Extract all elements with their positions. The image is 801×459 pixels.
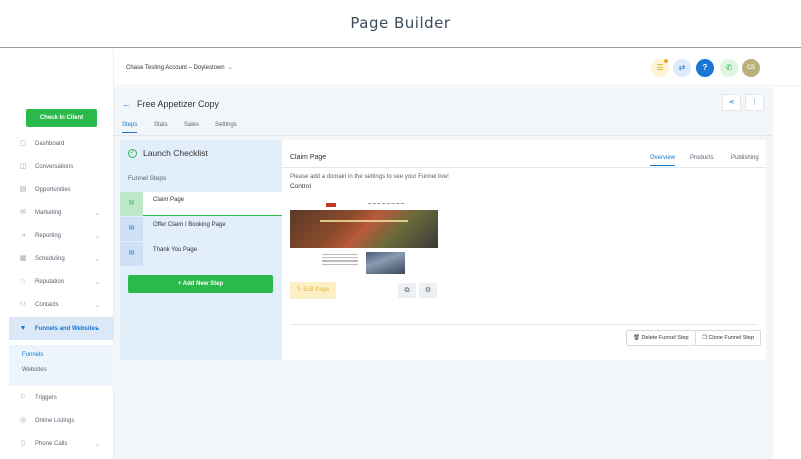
dashboard-icon: ▢ bbox=[19, 140, 27, 147]
tab-steps[interactable]: Steps bbox=[122, 122, 138, 133]
page-header: Page Builder bbox=[0, 0, 801, 48]
funnel-title: Free Appetizer Copy bbox=[137, 99, 220, 109]
sidebar-item-marketing[interactable]: ✉ Marketing ⌄ bbox=[0, 203, 114, 223]
tab-settings[interactable]: Settings bbox=[215, 122, 237, 128]
chevron-down-icon: ⌄ bbox=[95, 441, 101, 448]
detail-tabs-divider bbox=[282, 167, 766, 168]
chevron-down-icon: ⌄ bbox=[95, 233, 101, 240]
domain-notice: Please add a domain in the settings to s… bbox=[290, 174, 449, 180]
avatar[interactable]: CB bbox=[742, 59, 760, 77]
step-detail-panel: Claim Page Overview Products Publishing … bbox=[282, 140, 766, 360]
page-preview-thumbnail[interactable] bbox=[290, 196, 438, 282]
more-options-button[interactable]: ⋮ bbox=[745, 94, 764, 111]
chat-icon: ◫ bbox=[19, 163, 27, 170]
mail-icon: ✉ bbox=[120, 242, 143, 266]
step-title: Claim Page bbox=[290, 154, 327, 161]
sidebar-item-phone-calls[interactable]: ▯ Phone Calls ⌄ bbox=[0, 434, 114, 454]
mail-icon: ✉ bbox=[120, 217, 143, 241]
funnels-subnav: Funnels Websites bbox=[9, 345, 114, 386]
check-circle-icon: ✓ bbox=[128, 148, 137, 158]
phone-button[interactable]: ✆ bbox=[720, 59, 738, 77]
right-gutter bbox=[773, 87, 801, 459]
clone-funnel-step-button[interactable]: ❐ Clone Funnel Step bbox=[695, 330, 762, 346]
tab-overview[interactable]: Overview bbox=[650, 155, 676, 166]
sidebar-item-dashboard[interactable]: ▢ Dashboard bbox=[0, 134, 114, 154]
top-bar: Chase Testing Account – Doylestown ⌄ ☰ ⇄ … bbox=[114, 49, 801, 86]
sidebar-item-reputation[interactable]: ☆ Reputation ⌄ bbox=[0, 272, 114, 292]
funnel-title-row: ← Free Appetizer Copy bbox=[122, 99, 219, 109]
tasks-button[interactable]: ☰ bbox=[651, 59, 669, 77]
page-settings-button[interactable]: ⚙ bbox=[419, 283, 437, 298]
sidebar-item-triggers[interactable]: ⚐ Triggers bbox=[0, 388, 114, 408]
mail-icon: ✉ bbox=[120, 192, 143, 216]
notification-dot bbox=[664, 59, 668, 63]
funnel-step-thank-you[interactable]: ✉ Thank You Page bbox=[120, 242, 282, 266]
filter-icon: ▼ bbox=[19, 324, 27, 332]
page-title: Page Builder bbox=[350, 14, 451, 32]
delete-funnel-step-button[interactable]: 🗑 Delete Funnel Step bbox=[626, 330, 696, 346]
sidebar-item-scheduling[interactable]: ▦ Scheduling ⌄ bbox=[0, 249, 114, 269]
sidebar-item-reporting[interactable]: ⩘ Reporting ⌄ bbox=[0, 226, 114, 246]
open-preview-button[interactable]: ⧉ bbox=[398, 283, 416, 298]
switch-button[interactable]: ⇄ bbox=[673, 59, 691, 77]
chevron-down-icon: ⌄ bbox=[95, 279, 101, 286]
sidebar-item-funnels-and-websites[interactable]: ▼ Funnels and Websites ⌄ bbox=[9, 317, 114, 340]
variant-label: Control bbox=[290, 183, 311, 190]
tab-sales[interactable]: Sales bbox=[184, 122, 199, 128]
preview-logo bbox=[326, 203, 336, 207]
chevron-down-icon: ⌄ bbox=[227, 65, 233, 71]
gear-icon: ⚙ bbox=[424, 287, 432, 294]
funnel-step-claim-page[interactable]: ✉ Claim Page bbox=[120, 192, 282, 216]
share-button[interactable]: ⋖ bbox=[722, 94, 741, 111]
account-name: Chase Testing Account – Doylestown bbox=[126, 65, 225, 71]
preview-text-lines bbox=[322, 254, 358, 267]
tabs-divider bbox=[114, 135, 773, 136]
main-content: ← Free Appetizer Copy ⋖ ⋮ Steps Stats Sal… bbox=[114, 87, 773, 459]
preview-hero-image bbox=[290, 210, 438, 248]
chevron-down-icon: ⌄ bbox=[95, 210, 101, 217]
check-in-client-button[interactable]: Check In Client bbox=[26, 109, 97, 127]
chevron-down-icon: ⌄ bbox=[95, 326, 101, 332]
tab-publishing[interactable]: Publishing bbox=[731, 155, 759, 161]
trigger-icon: ⚐ bbox=[19, 394, 27, 401]
swap-icon: ⇄ bbox=[678, 63, 686, 72]
more-vertical-icon: ⋮ bbox=[751, 99, 758, 106]
mail-icon: ✉ bbox=[20, 209, 26, 216]
tab-products[interactable]: Products bbox=[690, 155, 714, 161]
funnel-steps-panel: ✓ Launch Checklist Funnel Steps ✉ Claim P… bbox=[120, 140, 282, 360]
external-link-icon: ⧉ bbox=[404, 287, 410, 294]
person-icon: ⚇ bbox=[19, 301, 27, 308]
sidebar-item-conversations[interactable]: ◫ Conversations bbox=[0, 157, 114, 177]
preview-photo bbox=[366, 252, 405, 274]
help-button[interactable]: ? bbox=[696, 59, 714, 77]
add-new-step-button[interactable]: + Add New Step bbox=[128, 275, 273, 293]
help-icon: ? bbox=[702, 63, 708, 72]
phone-icon: ✆ bbox=[725, 63, 733, 72]
calendar-icon: ▦ bbox=[19, 255, 27, 262]
sidebar: Check In Client ▢ Dashboard ◫ Conversati… bbox=[0, 49, 114, 459]
funnel-stack-icon: ▤ bbox=[19, 186, 27, 193]
tab-stats[interactable]: Stats bbox=[154, 122, 168, 128]
funnel-step-offer-claim[interactable]: ✉ Offer Claim / Booking Page bbox=[120, 217, 282, 241]
chevron-down-icon: ⌄ bbox=[95, 256, 101, 263]
star-icon: ☆ bbox=[19, 278, 27, 285]
chevron-down-icon: ⌄ bbox=[95, 302, 101, 309]
launch-checklist-heading[interactable]: ✓ Launch Checklist bbox=[128, 148, 208, 158]
subnav-item-websites[interactable]: Websites bbox=[22, 367, 47, 373]
chart-icon: ⩘ bbox=[21, 232, 25, 239]
detail-footer-divider bbox=[290, 324, 758, 325]
sidebar-item-contacts[interactable]: ⚇ Contacts ⌄ bbox=[0, 295, 114, 315]
sidebar-item-opportunities[interactable]: ▤ Opportunities bbox=[0, 180, 114, 200]
subnav-item-funnels[interactable]: Funnels bbox=[22, 352, 43, 358]
back-arrow-icon[interactable]: ← bbox=[122, 99, 131, 109]
funnel-steps-heading: Funnel Steps bbox=[128, 175, 167, 182]
share-icon: ⋖ bbox=[728, 99, 735, 106]
edit-page-button[interactable]: ✎ Edit Page bbox=[290, 282, 336, 299]
listings-icon: ◎ bbox=[19, 417, 27, 424]
sidebar-item-online-listings[interactable]: ◎ Online Listings bbox=[0, 411, 114, 431]
list-icon: ☰ bbox=[656, 63, 664, 72]
preview-nav bbox=[368, 203, 404, 204]
account-switcher[interactable]: Chase Testing Account – Doylestown ⌄ bbox=[126, 64, 233, 71]
phone-icon: ▯ bbox=[21, 440, 25, 447]
